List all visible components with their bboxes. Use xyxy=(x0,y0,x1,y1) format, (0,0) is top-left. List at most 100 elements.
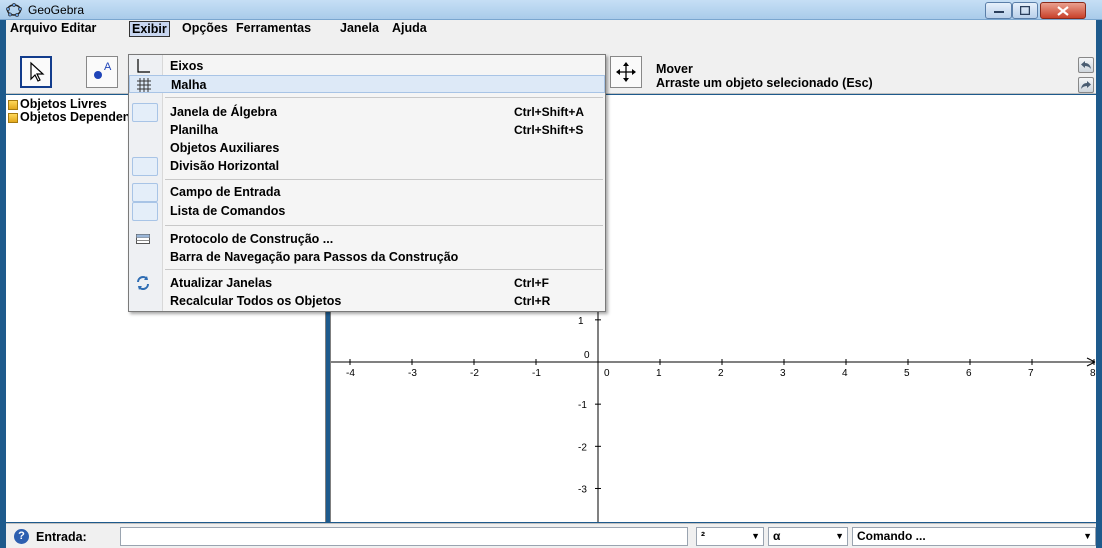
menu-item-janela-algebra[interactable]: Janela de Álgebra Ctrl+Shift+A xyxy=(129,103,605,122)
undo-button[interactable] xyxy=(1078,57,1094,73)
maximize-icon xyxy=(1020,6,1030,15)
x-tick-label: 2 xyxy=(718,368,724,379)
checkbox-icon xyxy=(132,202,158,221)
menu-item-shortcut: Ctrl+Shift+S xyxy=(514,123,584,137)
arrow-cursor-icon xyxy=(30,61,45,82)
checkbox-icon xyxy=(132,183,158,202)
title-bar: GeoGebra xyxy=(0,0,1102,20)
symbol-combo-value: ² xyxy=(701,529,705,543)
menu-item-label: Barra de Navegação para Passos da Constr… xyxy=(170,250,459,264)
undo-icon xyxy=(1081,61,1091,69)
menu-separator xyxy=(165,179,603,180)
x-tick-label: 7 xyxy=(1028,368,1034,379)
geogebra-logo-icon xyxy=(6,3,22,17)
checkbox-icon xyxy=(132,157,158,176)
axes-icon xyxy=(137,59,150,73)
input-field[interactable] xyxy=(120,527,688,546)
menu-item-malha[interactable]: Malha xyxy=(129,75,605,93)
menu-item-label: Janela de Álgebra xyxy=(170,105,277,119)
menu-separator xyxy=(165,225,603,226)
menu-item-label: Campo de Entrada xyxy=(170,185,281,199)
menu-opcoes[interactable]: Opções xyxy=(180,21,230,37)
symbol-combo[interactable]: ² ▼ xyxy=(696,527,764,546)
menu-item-eixos[interactable]: Eixos xyxy=(129,57,605,75)
chevron-down-icon: ▼ xyxy=(1083,531,1092,541)
menu-item-label: Eixos xyxy=(170,59,204,73)
x-tick-label: -1 xyxy=(532,368,541,379)
window-title: GeoGebra xyxy=(28,3,85,17)
x-tick-label: -2 xyxy=(470,368,479,379)
minimize-icon xyxy=(993,10,1004,13)
x-tick-label: 4 xyxy=(842,368,848,379)
menu-item-planilha[interactable]: Planilha Ctrl+Shift+S xyxy=(129,121,605,139)
menu-exibir[interactable]: Exibir xyxy=(129,21,170,37)
grid-icon xyxy=(137,78,151,92)
y-tick-label: -1 xyxy=(578,400,587,411)
menu-item-shortcut: Ctrl+Shift+A xyxy=(514,105,585,119)
move-graphics-icon xyxy=(616,62,636,82)
minimize-button[interactable] xyxy=(985,2,1012,19)
menu-item-protocolo-construcao[interactable]: Protocolo de Construção ... xyxy=(129,230,605,248)
menu-item-shortcut: Ctrl+F xyxy=(514,276,550,290)
x-tick-label: 5 xyxy=(904,368,910,379)
help-icon[interactable]: ? xyxy=(14,529,29,544)
menu-item-objetos-auxiliares[interactable]: Objetos Auxiliares xyxy=(129,139,605,157)
menu-ajuda[interactable]: Ajuda xyxy=(390,21,429,37)
input-bar: ? Entrada: ² ▼ α ▼ Comando ... ▼ xyxy=(6,523,1096,548)
menu-item-shortcut: Ctrl+R xyxy=(514,294,551,308)
menu-item-divisao-horizontal[interactable]: Divisão Horizontal xyxy=(129,157,605,176)
redo-icon xyxy=(1081,81,1091,89)
redo-button[interactable] xyxy=(1078,77,1094,93)
tool-description: Arraste um objeto selecionado (Esc) xyxy=(656,76,873,90)
x-tick-label: 8 xyxy=(1090,368,1096,379)
tree-item-free-objects[interactable]: Objetos Livres xyxy=(20,97,107,111)
x-tick-label: 0 xyxy=(604,368,610,379)
menu-ferramentas[interactable]: Ferramentas xyxy=(234,21,313,37)
x-tick-label: 6 xyxy=(966,368,972,379)
x-tick-label: -3 xyxy=(408,368,417,379)
menu-item-campo-entrada[interactable]: Campo de Entrada xyxy=(129,183,605,202)
refresh-icon xyxy=(137,276,149,290)
move-tool-button[interactable] xyxy=(20,56,52,88)
menu-item-barra-navegacao[interactable]: Barra de Navegação para Passos da Constr… xyxy=(129,248,605,266)
x-tick-label: 1 xyxy=(656,368,662,379)
menu-janela[interactable]: Janela xyxy=(338,21,381,37)
menu-item-label: Malha xyxy=(171,78,207,92)
y-tick-label: 0 xyxy=(584,350,590,361)
menu-item-atualizar-janelas[interactable]: Atualizar Janelas Ctrl+F xyxy=(129,274,605,292)
x-tick-label: 3 xyxy=(780,368,786,379)
menu-arquivo[interactable]: Arquivo xyxy=(8,21,59,37)
menu-item-label: Protocolo de Construção ... xyxy=(170,232,334,246)
command-combo[interactable]: Comando ... ▼ xyxy=(852,527,1096,546)
menu-item-label: Planilha xyxy=(170,123,218,137)
chevron-down-icon: ▼ xyxy=(751,531,760,541)
maximize-button[interactable] xyxy=(1012,2,1038,19)
x-tick-label: -4 xyxy=(346,368,355,379)
folder-icon xyxy=(8,100,18,110)
menu-item-label: Divisão Horizontal xyxy=(170,159,280,173)
menu-item-lista-comandos[interactable]: Lista de Comandos xyxy=(129,202,605,221)
menu-bar: Arquivo Editar Exibir Opções Ferramentas… xyxy=(6,20,1096,38)
command-combo-value: Comando ... xyxy=(857,529,926,543)
menu-separator xyxy=(165,97,603,98)
exibir-dropdown-menu: Eixos Malha Janela de Álgebra Ctrl+Shift… xyxy=(128,54,606,312)
checkbox-icon xyxy=(132,103,158,122)
menu-separator xyxy=(165,269,603,270)
menu-item-recalcular[interactable]: Recalcular Todos os Objetos Ctrl+R xyxy=(129,292,605,310)
y-tick-label: 1 xyxy=(578,316,584,327)
menu-editar[interactable]: Editar xyxy=(59,21,98,37)
greek-letter-combo[interactable]: α ▼ xyxy=(768,527,848,546)
close-icon xyxy=(1057,5,1069,16)
folder-icon xyxy=(8,113,18,123)
menu-item-label: Lista de Comandos xyxy=(170,204,286,218)
tool-name: Mover xyxy=(656,62,693,76)
close-button[interactable] xyxy=(1040,2,1086,19)
input-label: Entrada: xyxy=(36,530,87,544)
point-tool-button[interactable]: A xyxy=(86,56,118,88)
menu-item-label: Atualizar Janelas xyxy=(170,276,273,290)
svg-text:A: A xyxy=(104,61,112,73)
move-graphics-tool-button[interactable] xyxy=(610,56,642,88)
point-icon: A xyxy=(94,61,112,79)
y-tick-label: -2 xyxy=(578,442,587,453)
menu-item-label: Objetos Auxiliares xyxy=(170,141,280,155)
